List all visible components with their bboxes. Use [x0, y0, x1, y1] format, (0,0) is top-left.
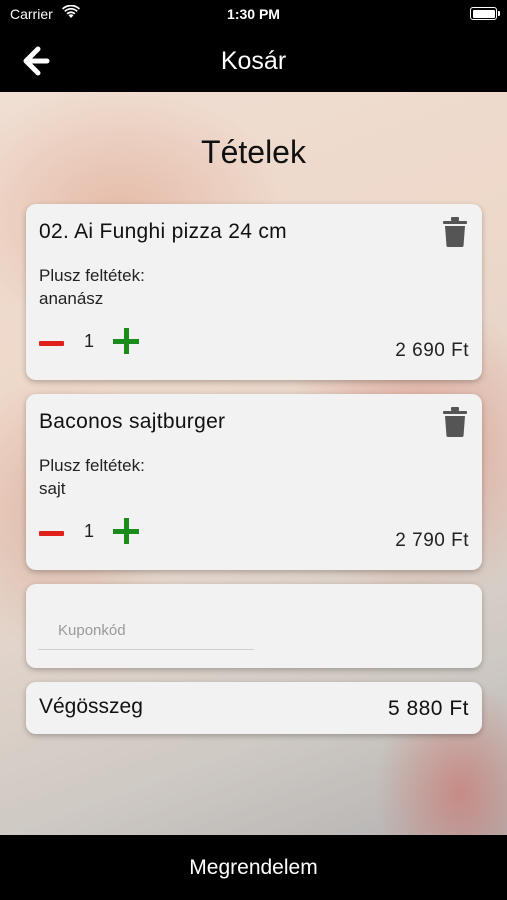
- item-price: 2 790 Ft: [395, 530, 469, 551]
- extras-value: sajt: [39, 479, 66, 498]
- trash-icon: [443, 217, 467, 247]
- increase-quantity-button[interactable]: [113, 518, 139, 544]
- navigation-bar: Kosár: [0, 30, 507, 92]
- item-price: 2 690 Ft: [395, 340, 469, 361]
- clock: 1:30 PM: [227, 6, 280, 22]
- decrease-quantity-button[interactable]: [39, 520, 65, 546]
- extras-label: Plusz feltétek:: [39, 266, 145, 285]
- total-value: 5 880 Ft: [387, 697, 469, 720]
- quantity-value: 1: [83, 331, 94, 351]
- section-title: Tételek: [201, 134, 306, 170]
- delete-button[interactable]: [443, 407, 467, 437]
- cart-item: Baconos sajtburger Plusz feltétek: sajt …: [26, 394, 482, 570]
- trash-icon: [443, 407, 467, 437]
- battery-icon: [470, 7, 500, 20]
- status-bar: Carrier 1:30 PM: [0, 0, 507, 30]
- quantity-value: 1: [83, 521, 94, 541]
- coupon-input[interactable]: [38, 612, 254, 650]
- page-title: Kosár: [220, 47, 287, 75]
- cart-item: 02. Ai Funghi pizza 24 cm Plusz feltétek…: [26, 204, 482, 380]
- order-button[interactable]: Megrendelem: [0, 835, 507, 900]
- decrease-quantity-button[interactable]: [39, 330, 65, 356]
- increase-quantity-button[interactable]: [113, 328, 139, 354]
- item-name: 02. Ai Funghi pizza 24 cm: [39, 220, 287, 243]
- total-card: Végösszeg 5 880 Ft: [26, 682, 482, 734]
- coupon-card: [26, 584, 482, 668]
- order-button-label: Megrendelem: [189, 856, 318, 879]
- delete-button[interactable]: [443, 217, 467, 247]
- extras-value: ananász: [39, 289, 104, 308]
- total-label: Végösszeg: [39, 695, 143, 718]
- extras-label: Plusz feltétek:: [39, 456, 145, 475]
- item-name: Baconos sajtburger: [39, 410, 226, 433]
- cart-content: Tételek 02. Ai Funghi pizza 24 cm Plusz …: [0, 92, 507, 835]
